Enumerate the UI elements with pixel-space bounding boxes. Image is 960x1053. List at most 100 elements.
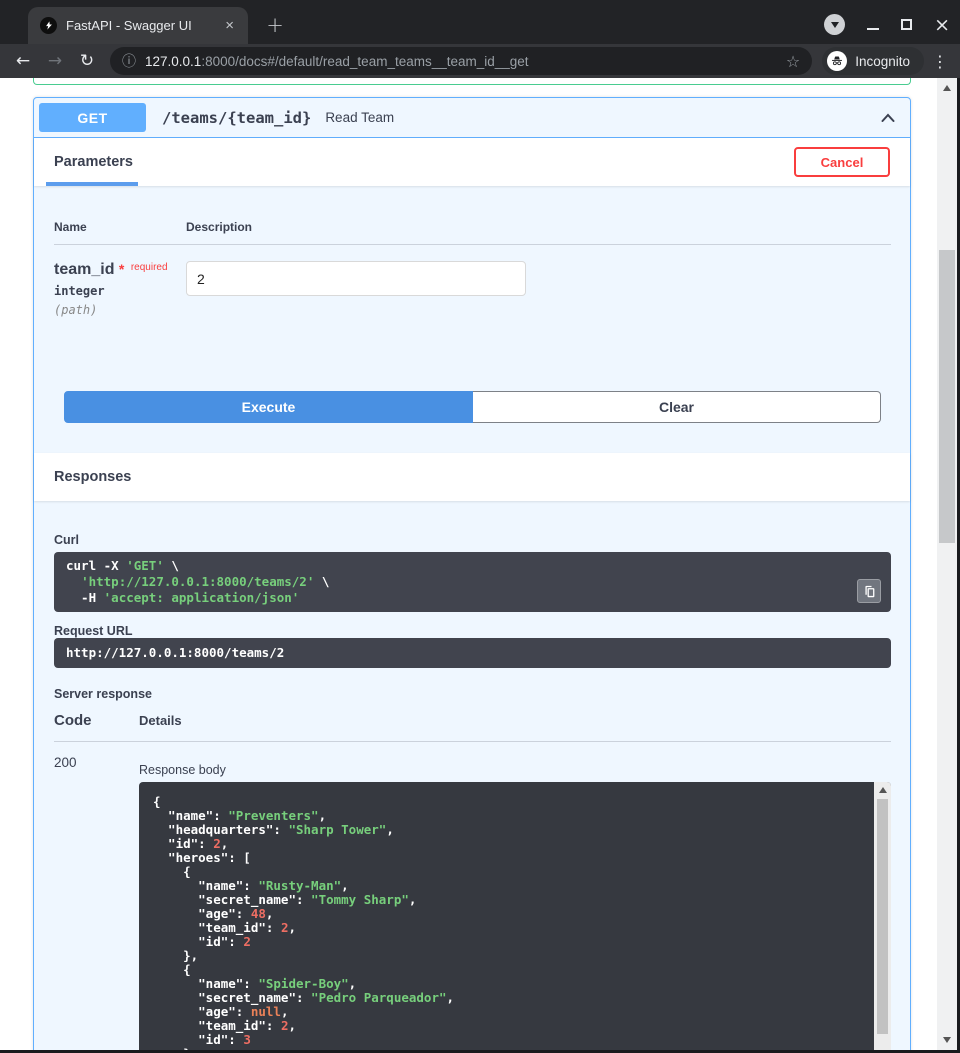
- cancel-button[interactable]: Cancel: [794, 147, 890, 177]
- response-details-cell: Response body { "name": "Preventers", "h…: [139, 755, 891, 1050]
- response-body-label: Response body: [139, 763, 891, 777]
- code-line: "age": null,: [153, 1005, 861, 1019]
- code-line: "name": "Preventers",: [153, 809, 861, 823]
- incognito-icon: [827, 51, 847, 71]
- new-tab-button[interactable]: +: [262, 13, 288, 37]
- clear-button[interactable]: Clear: [473, 391, 881, 423]
- parameter-type: integer: [54, 284, 186, 298]
- browser-tab-bar: FastAPI - Swagger UI × + ×: [0, 0, 960, 44]
- code-line: "secret_name": "Pedro Parqueador",: [153, 991, 861, 1005]
- method-badge: GET: [39, 103, 146, 132]
- response-table-header: Code Details: [54, 712, 891, 742]
- back-icon[interactable]: ←: [10, 51, 36, 71]
- window-close-icon[interactable]: ×: [934, 18, 950, 32]
- copy-to-clipboard-icon[interactable]: [857, 579, 881, 603]
- endpoint-path: /teams/{team_id}: [162, 109, 311, 127]
- url-host: 127.0.0.1: [145, 54, 201, 69]
- scroll-up-arrow-icon[interactable]: [879, 787, 887, 793]
- code-line: "team_id": 2,: [153, 921, 861, 935]
- browser-toolbar: ← → ↻ ⓘ 127.0.0.1:8000/docs#/default/rea…: [0, 44, 960, 78]
- parameter-name: team_id: [54, 261, 114, 278]
- required-star: *: [119, 261, 124, 277]
- response-scrollbar[interactable]: [874, 782, 891, 1050]
- responses-section-header: Responses: [34, 453, 910, 501]
- page-scrollbar[interactable]: [937, 78, 957, 1050]
- code-line: {: [153, 795, 861, 809]
- execute-button[interactable]: Execute: [64, 391, 473, 423]
- reload-icon[interactable]: ↻: [74, 51, 100, 71]
- parameter-location: (path): [54, 303, 186, 317]
- curl-code-block: curl -X 'GET' \ 'http://127.0.0.1:8000/t…: [54, 552, 891, 612]
- code-line: "headquarters": "Sharp Tower",: [153, 823, 861, 837]
- browser-menu-icon[interactable]: ⋮: [930, 52, 950, 71]
- bookmark-star-icon[interactable]: ☆: [786, 52, 800, 71]
- page-scroll-up-icon[interactable]: [943, 85, 951, 91]
- code-line: "age": 48,: [153, 907, 861, 921]
- response-row: 200 Response body { "name": "Preventers"…: [54, 755, 891, 1050]
- maximize-icon[interactable]: [901, 19, 912, 30]
- code-line: {: [153, 865, 861, 879]
- address-bar[interactable]: ⓘ 127.0.0.1:8000/docs#/default/read_team…: [110, 47, 812, 75]
- forward-icon[interactable]: →: [42, 51, 68, 71]
- column-header-description: Description: [186, 220, 252, 234]
- tab-search-icon[interactable]: [824, 14, 845, 35]
- parameters-body: Name Description team_id * required inte…: [34, 186, 910, 453]
- code-line: "team_id": 2,: [153, 1019, 861, 1033]
- url-text: 127.0.0.1:8000/docs#/default/read_team_t…: [145, 54, 778, 69]
- server-response-label: Server response: [54, 687, 891, 701]
- column-header-details: Details: [139, 713, 182, 728]
- endpoint-summary: Read Team: [325, 110, 394, 125]
- code-line: },: [153, 1047, 861, 1050]
- tab-close-icon[interactable]: ×: [221, 16, 238, 35]
- opblock-get-teams: GET /teams/{team_id} Read Team Parameter…: [33, 97, 911, 1050]
- tab-title: FastAPI - Swagger UI: [66, 18, 221, 33]
- curl-label: Curl: [54, 533, 79, 547]
- execute-row: Execute Clear: [64, 391, 881, 423]
- parameter-value-cell: [186, 261, 526, 317]
- parameter-row: team_id * required integer (path): [54, 261, 891, 317]
- code-line: "heroes": [: [153, 851, 861, 865]
- page-scroll-down-icon[interactable]: [943, 1037, 951, 1043]
- opblock-header[interactable]: GET /teams/{team_id} Read Team: [34, 98, 910, 138]
- site-info-icon[interactable]: ⓘ: [122, 51, 136, 71]
- code-line: 'http://127.0.0.1:8000/teams/2' \: [66, 574, 879, 590]
- incognito-label: Incognito: [855, 54, 910, 69]
- response-scrollbar-thumb[interactable]: [877, 799, 888, 1034]
- request-url-label: Request URL: [54, 624, 891, 638]
- code-line: "name": "Spider-Boy",: [153, 977, 861, 991]
- fastapi-logo-icon: [40, 17, 57, 34]
- browser-tab[interactable]: FastAPI - Swagger UI ×: [28, 7, 248, 44]
- active-tab-underline: [46, 182, 138, 186]
- responses-title: Responses: [54, 469, 131, 485]
- parameters-section-header: Parameters Cancel: [34, 138, 910, 186]
- parameter-meta: team_id * required integer (path): [54, 261, 186, 317]
- code-line: "id": 2: [153, 935, 861, 949]
- incognito-badge: Incognito: [822, 47, 924, 75]
- code-line: "secret_name": "Tommy Sharp",: [153, 893, 861, 907]
- responses-body: Curl curl -X 'GET' \ 'http://127.0.0.1:8…: [34, 501, 910, 1050]
- code-line: "name": "Rusty-Man",: [153, 879, 861, 893]
- tab-parameters[interactable]: Parameters: [54, 154, 133, 170]
- column-header-name: Name: [54, 220, 186, 234]
- code-line: -H 'accept: application/json': [66, 590, 879, 606]
- code-line: "id": 2,: [153, 837, 861, 851]
- url-path: :8000/docs#/default/read_team_teams__tea…: [201, 54, 528, 69]
- previous-opblock-edge[interactable]: [33, 78, 911, 85]
- swagger-page: GET /teams/{team_id} Read Team Parameter…: [0, 78, 957, 1050]
- minimize-icon[interactable]: [867, 28, 879, 30]
- request-url-value: http://127.0.0.1:8000/teams/2: [66, 645, 284, 660]
- column-header-code: Code: [54, 712, 139, 729]
- code-line: },: [153, 949, 861, 963]
- page-scrollbar-thumb[interactable]: [939, 250, 955, 543]
- code-line: "id": 3: [153, 1033, 861, 1047]
- parameters-table-header: Name Description: [54, 186, 891, 245]
- code-line: {: [153, 963, 861, 977]
- window-controls: ×: [824, 14, 950, 35]
- chevron-up-icon[interactable]: [878, 108, 898, 128]
- code-line: curl -X 'GET' \: [66, 558, 879, 574]
- team-id-input[interactable]: [186, 261, 526, 296]
- status-code: 200: [54, 755, 139, 1050]
- response-body-block[interactable]: { "name": "Preventers", "headquarters": …: [139, 782, 891, 1050]
- request-url-block: http://127.0.0.1:8000/teams/2: [54, 638, 891, 668]
- required-label: required: [131, 262, 168, 273]
